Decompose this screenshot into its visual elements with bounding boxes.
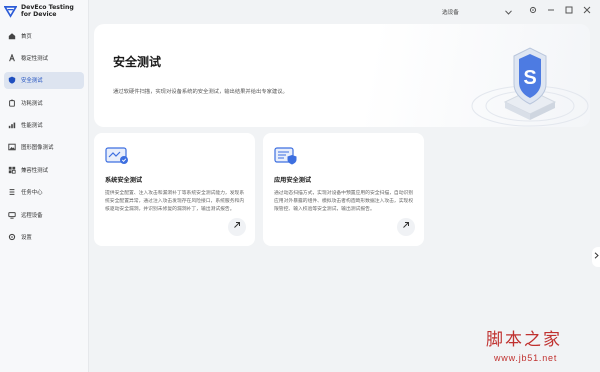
app-name: DevEco Testing for Device [21,4,74,18]
security-shield-illustration: S [471,47,589,127]
image-icon [8,144,16,151]
hero-banner: 安全测试 通过软硬件扫描，实现对设备系统的安全测试，输出结果并给出专家建议。 S [94,24,590,127]
sidebar-nav: 首页 稳定性测试 安全测试 功耗测试 性能测试 图形图像测试 兼容性测试 任务中… [0,27,88,251]
device-select-value: 选设备 [442,10,459,16]
sidebar-item-home[interactable]: 首页 [4,27,84,44]
minimize-icon [548,9,554,11]
app-logo: DevEco Testing for Device [4,4,74,24]
task-icon [9,189,15,196]
open-system-security-button[interactable] [228,218,246,236]
stability-icon [9,53,15,62]
app-window: DevEco Testing for Device 首页 稳定性测试 安全测试 … [0,0,600,372]
sidebar-item-label: 首页 [21,33,32,40]
remote-device-icon [8,211,16,219]
sidebar-item-label: 功耗测试 [21,100,43,107]
sidebar-item-power[interactable]: 功耗测试 [4,94,84,111]
shield-icon [8,76,16,84]
sidebar-item-label: 图形图像测试 [21,145,54,152]
sidebar-item-graphics[interactable]: 图形图像测试 [4,139,84,156]
power-icon [9,99,15,107]
expand-panel-tab[interactable] [592,247,600,267]
main-content: 安全测试 通过软硬件扫描，实现对设备系统的安全测试，输出结果并给出专家建议。 S… [94,24,594,372]
app-security-icon [274,147,297,165]
device-select[interactable]: 选设备 [442,7,512,17]
sidebar-item-task-center[interactable]: 任务中心 [4,184,84,201]
sidebar-item-stability[interactable]: 稳定性测试 [4,49,84,66]
settings-button[interactable] [527,6,539,18]
card-title: 系统安全测试 [105,177,143,184]
sidebar-item-settings[interactable]: 设置 [4,229,84,246]
home-icon [8,32,16,39]
sidebar-item-remote-device[interactable]: 远程设备 [4,206,84,223]
sidebar-item-label: 兼容性测试 [21,167,48,174]
title-bar: 选设备 [88,0,600,24]
open-app-security-button[interactable] [397,218,415,236]
chevron-right-icon [594,252,599,259]
system-security-icon [105,147,128,164]
sidebar-item-security[interactable]: 安全测试 [4,71,84,89]
sidebar: DevEco Testing for Device 首页 稳定性测试 安全测试 … [0,0,89,372]
page-title: 安全测试 [113,55,162,69]
page-description: 通过软硬件扫描，实现对设备系统的安全测试，输出结果并给出专家建议。 [113,89,288,95]
sidebar-item-label: 安全测试 [21,78,43,85]
gear-icon [529,6,537,14]
app-name-line1: DevEco Testing [21,4,74,11]
app-name-line2: for Device [21,11,57,18]
maximize-icon [565,6,573,14]
sidebar-item-label: 远程设备 [21,212,43,219]
sidebar-item-label: 性能测试 [21,123,43,130]
card-description: 提供安全配置、注入攻击和漏洞补丁等系统安全测试能力，发现系统安全配置异常，通过注… [105,191,245,213]
logo-icon [4,6,17,18]
close-button[interactable] [581,6,593,18]
maximize-button[interactable] [563,6,575,18]
arrow-up-right-icon [234,222,240,228]
performance-icon [8,122,16,129]
arrow-up-right-icon [403,222,409,228]
card-description: 通过动态扫描方式，实现对设备中预置应用的安全扫描，自动识别应用对外暴露的组件、模… [274,191,414,213]
gear-icon [8,233,16,241]
chevron-down-icon [505,9,512,15]
app-security-card[interactable]: 应用安全测试 通过动态扫描方式，实现对设备中预置应用的安全扫描，自动识别应用对外… [263,133,424,246]
minimize-button[interactable] [545,6,557,18]
sidebar-item-label: 设置 [21,235,32,242]
svg-text:S: S [523,67,536,89]
sidebar-item-performance[interactable]: 性能测试 [4,117,84,134]
sidebar-item-compatibility[interactable]: 兼容性测试 [4,161,84,178]
system-security-card[interactable]: 系统安全测试 提供安全配置、注入攻击和漏洞补丁等系统安全测试能力，发现系统安全配… [94,133,255,246]
sidebar-item-label: 任务中心 [21,190,43,197]
compat-icon [8,166,16,174]
close-icon [583,6,591,14]
sidebar-item-label: 稳定性测试 [21,55,48,62]
card-title: 应用安全测试 [274,177,312,184]
